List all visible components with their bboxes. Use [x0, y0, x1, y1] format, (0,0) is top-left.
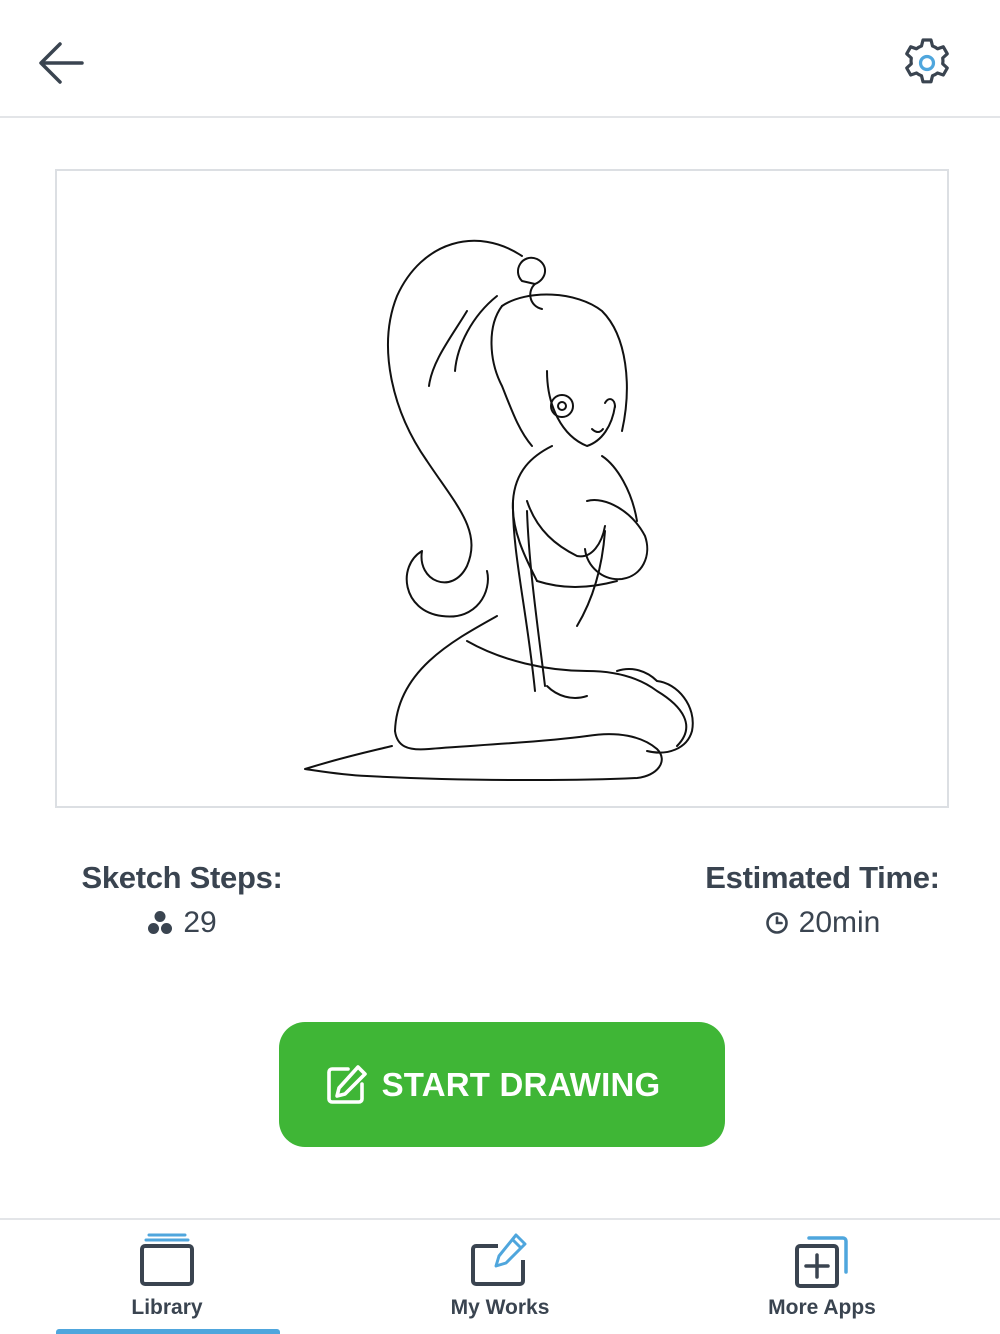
arrow-left-icon: [39, 42, 84, 84]
sketch-steps-value-row: 29: [62, 906, 302, 940]
gear-icon: [905, 38, 949, 84]
top-bar: [0, 0, 1000, 118]
sketch-steps-info: Sketch Steps: 29: [62, 860, 302, 940]
sketch-preview-image: [304, 239, 694, 782]
library-stack-icon: [140, 1233, 194, 1286]
estimated-time-value: 20min: [798, 906, 881, 939]
estimated-time-label: Estimated Time:: [705, 860, 940, 895]
settings-button[interactable]: [896, 32, 958, 94]
nav-label-more-apps: More Apps: [768, 1296, 876, 1319]
add-square-icon: [795, 1236, 848, 1288]
estimated-time-value-row: 20min: [700, 906, 945, 940]
nav-item-more-apps[interactable]: More Apps: [702, 1220, 942, 1334]
back-button[interactable]: [30, 34, 94, 92]
active-tab-indicator: [56, 1329, 280, 1334]
sketch-steps-value: 29: [183, 906, 217, 939]
pencil-board-icon: [471, 1233, 527, 1286]
estimated-time-info: Estimated Time: 20min: [700, 860, 945, 940]
nav-item-library[interactable]: Library: [47, 1220, 287, 1334]
start-drawing-button[interactable]: START DRAWING: [279, 1022, 725, 1147]
app-root: Sketch Steps: 29 Estimated Time: 20min S…: [0, 0, 1000, 1334]
sketch-steps-label: Sketch Steps:: [81, 860, 283, 895]
edit-icon: [326, 1064, 367, 1104]
start-drawing-label: START DRAWING: [381, 1065, 661, 1103]
nav-item-my-works[interactable]: My Works: [380, 1220, 620, 1334]
nav-label-library: Library: [131, 1296, 203, 1319]
bottom-nav: Library My Works More Apps: [0, 1218, 1000, 1334]
steps-cluster-icon: [148, 911, 173, 934]
sketch-preview: [55, 169, 949, 808]
clock-icon: [765, 912, 788, 934]
nav-label-my-works: My Works: [450, 1296, 550, 1319]
